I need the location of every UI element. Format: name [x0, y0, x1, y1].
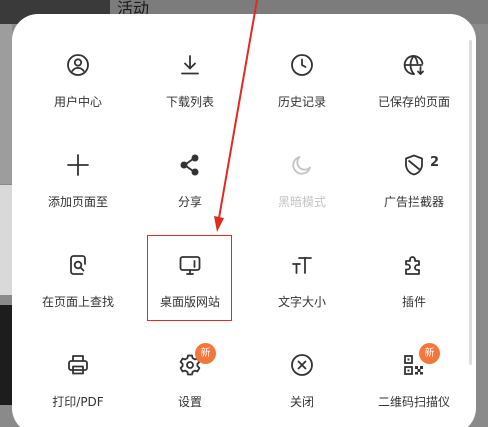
menu-item-ad-blocker[interactable]: 2 广告拦截器 [358, 128, 470, 228]
new-badge: 新 [419, 343, 440, 364]
menu-item-label: 打印/PDF [52, 395, 104, 409]
menu-item-label: 插件 [401, 295, 426, 309]
blocked-ads-count: 2 [430, 155, 440, 170]
menu-item-downloads[interactable]: 下载列表 [134, 28, 246, 128]
text-size-icon [289, 252, 315, 278]
qr-code-icon: 新 [401, 343, 440, 378]
background-page-edge [0, 305, 12, 405]
menu-item-text-size[interactable]: 文字大小 [246, 228, 358, 328]
menu-item-label: 文字大小 [277, 295, 326, 309]
menu-item-label: 在页面上查找 [41, 295, 114, 309]
plus-icon [65, 152, 91, 178]
menu-item-close[interactable]: 关闭 [246, 328, 358, 427]
download-icon [177, 52, 203, 78]
puzzle-icon [401, 252, 427, 278]
background-page-edge [0, 185, 12, 295]
menu-item-label: 分享 [177, 195, 202, 209]
menu-item-qr-scanner[interactable]: 新 二维码扫描仪 [358, 328, 470, 427]
menu-item-label: 二维码扫描仪 [377, 395, 450, 409]
gear-icon: 新 [177, 343, 216, 378]
menu-item-label: 用户中心 [53, 95, 102, 109]
menu-item-label: 关闭 [289, 395, 314, 409]
menu-item-plugins[interactable]: 插件 [358, 228, 470, 328]
menu-item-print-pdf[interactable]: 打印/PDF [22, 328, 134, 427]
menu-item-label: 黑暗模式 [277, 195, 326, 209]
moon-icon [289, 152, 315, 178]
close-circle-icon [289, 352, 315, 378]
shield-icon: 2 [401, 152, 439, 178]
menu-item-saved-pages[interactable]: 已保存的页面 [358, 28, 470, 128]
menu-grid: 用户中心 下载列表 历史记录 已保存的页面 添加页面至 分享 黑暗模式 2 广告… [22, 28, 470, 427]
menu-item-label: 广告拦截器 [383, 195, 444, 209]
new-badge: 新 [195, 343, 216, 364]
menu-item-share[interactable]: 分享 [134, 128, 246, 228]
menu-item-label: 添加页面至 [47, 195, 108, 209]
share-icon [177, 152, 203, 178]
menu-item-settings[interactable]: 新 设置 [134, 328, 246, 427]
background-page-edge [0, 24, 12, 184]
menu-item-add-page[interactable]: 添加页面至 [22, 128, 134, 228]
menu-item-history[interactable]: 历史记录 [246, 28, 358, 128]
printer-icon [65, 352, 91, 378]
clock-icon [289, 52, 315, 78]
find-in-page-icon [65, 252, 91, 278]
menu-item-find-in-page[interactable]: 在页面上查找 [22, 228, 134, 328]
globe-download-icon [401, 52, 427, 78]
menu-item-label: 已保存的页面 [377, 95, 450, 109]
menu-item-label: 历史记录 [277, 95, 326, 109]
menu-item-label: 设置 [177, 395, 202, 409]
menu-item-label: 下载列表 [165, 95, 214, 109]
annotation-highlight-box [147, 235, 232, 321]
user-icon [65, 52, 91, 78]
menu-item-dark-mode[interactable]: 黑暗模式 [246, 128, 358, 228]
menu-item-user-center[interactable]: 用户中心 [22, 28, 134, 128]
